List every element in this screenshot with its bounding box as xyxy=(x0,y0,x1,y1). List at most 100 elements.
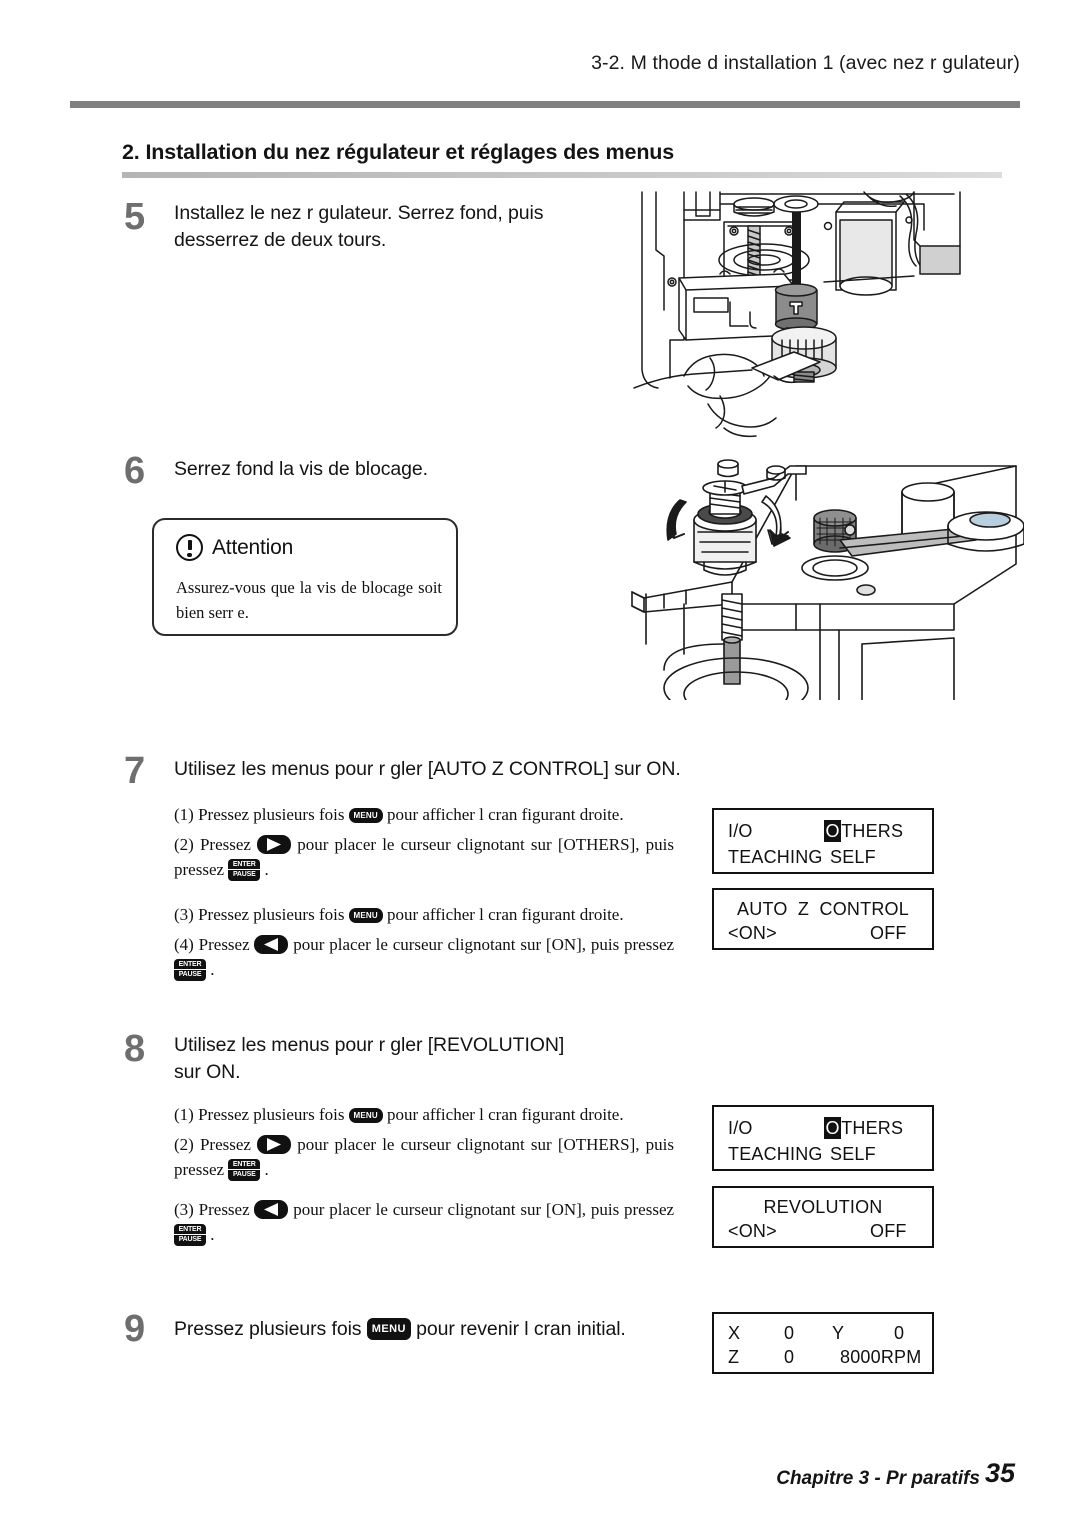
item-text-before: Pressez plusieurs fois xyxy=(198,905,345,924)
lcd-cursor-highlight: O xyxy=(824,1117,842,1139)
lcd-row: TEACHING SELF xyxy=(714,844,932,870)
enter-pause-key-icon[interactable]: ENTER PAUSE xyxy=(228,858,261,881)
enter-label: ENTER xyxy=(228,859,261,870)
item-text-before: Pressez xyxy=(199,1135,251,1154)
item-text-before: Pressez xyxy=(198,1200,250,1219)
lcd-label-x: X xyxy=(728,1323,741,1343)
item-label: (4) xyxy=(174,935,194,954)
menu-key-icon[interactable]: MENU xyxy=(348,808,383,823)
running-header: 3-2. M thode d installation 1 (avec nez … xyxy=(591,52,1020,74)
item-label: (1) xyxy=(174,1105,194,1124)
footer-chapter-label: Chapitre 3 - Pr paratifs xyxy=(776,1468,980,1489)
enter-pause-key-icon[interactable]: ENTER PAUSE xyxy=(228,1158,261,1181)
step-text-8-line1: Utilisez les menus pour r gler [REVOLUTI… xyxy=(174,1034,565,1056)
attention-callout: Attention Assurez-vous que la vis de blo… xyxy=(152,518,458,636)
lcd-value-off: OFF xyxy=(870,1221,907,1241)
lcd-cell-io: I/O xyxy=(728,1118,753,1138)
lcd-cell-teaching: TEACHING xyxy=(728,1144,823,1164)
menu-key-icon[interactable]: MENU xyxy=(348,908,383,923)
step-number-7: 7 xyxy=(124,750,146,792)
step7-item-2: (2) Pressez pour placer le curseur clign… xyxy=(174,833,674,882)
lcd-value-spindle-rpm: 8000RPM xyxy=(840,1347,922,1367)
item-text-tail: . xyxy=(264,859,269,879)
enter-pause-key-icon[interactable]: ENTER PAUSE xyxy=(174,958,206,981)
lcd-row: Z 0 8000RPM xyxy=(714,1344,932,1370)
step9-text-before: Pressez plusieurs fois xyxy=(174,1318,362,1340)
lcd-label-z: Z xyxy=(728,1347,740,1367)
item-label: (2) xyxy=(174,835,194,854)
item-text-before: Pressez plusieurs fois xyxy=(198,805,345,824)
step-text-7: Utilisez les menus pour r gler [AUTO Z C… xyxy=(174,758,681,780)
page-title: 2. Installation du nez régulateur et rég… xyxy=(122,140,675,164)
arrow-right-key-icon[interactable] xyxy=(257,1135,292,1154)
menu-key-icon[interactable]: MENU xyxy=(348,1108,383,1123)
lcd-cell-io: I/O xyxy=(728,821,753,841)
lcd-title-auto-z: AUTO Z CONTROL xyxy=(737,899,909,919)
step-text-5: Installez le nez r gulateur. Serrez fond… xyxy=(174,202,544,252)
pause-label: PAUSE xyxy=(178,970,202,978)
item-text-after: pour afficher l cran figurant droite. xyxy=(386,805,624,824)
item-text-after: pour placer le curseur clignotant sur [O… xyxy=(293,935,675,954)
lcd-value-z: 0 xyxy=(784,1347,795,1367)
enter-label: ENTER xyxy=(228,1159,261,1170)
enter-label: ENTER xyxy=(174,959,206,970)
lcd-row: I/O OTHERS xyxy=(714,1115,932,1141)
section-divider-rule xyxy=(122,172,1002,178)
lcd-auto-z-control: AUTO Z CONTROL <ON> OFF xyxy=(712,888,934,950)
lcd-row: <ON> OFF xyxy=(714,920,932,946)
lcd-row: I/O OTHERS xyxy=(714,818,932,844)
step-number-9: 9 xyxy=(124,1308,146,1350)
item-text-before: Pressez xyxy=(198,935,250,954)
item-text-after: pour afficher l cran figurant droite. xyxy=(386,905,624,924)
illustration-lock-screw-tightening xyxy=(624,444,1024,700)
item-text-before: Pressez xyxy=(199,835,251,854)
item-text-tail: . xyxy=(264,1159,269,1179)
lcd-cell-self: SELF xyxy=(830,1144,876,1164)
item-label: (3) xyxy=(174,905,194,924)
step7-item-1: (1) Pressez plusieurs fois MENU pour aff… xyxy=(174,803,674,828)
lcd-coordinate-display: X 0 Y 0 Z 0 8000RPM xyxy=(712,1312,934,1374)
pause-label: PAUSE xyxy=(232,1170,256,1178)
step-text-6: Serrez fond la vis de blocage. xyxy=(174,458,428,480)
lcd-row: X 0 Y 0 xyxy=(714,1320,932,1346)
item-label: (3) xyxy=(174,1200,194,1219)
illustration-nose-installation xyxy=(624,190,1024,440)
enter-label: ENTER xyxy=(174,1224,206,1235)
menu-key-icon[interactable]: MENU xyxy=(366,1318,411,1340)
lcd-value-y: 0 xyxy=(894,1323,905,1343)
enter-pause-key-icon[interactable]: ENTER PAUSE xyxy=(174,1223,206,1246)
arrow-left-key-icon[interactable] xyxy=(254,935,289,954)
lcd-revolution: REVOLUTION <ON> OFF xyxy=(712,1186,934,1248)
lcd-title-revolution: REVOLUTION xyxy=(763,1197,883,1217)
lcd-row: TEACHING SELF xyxy=(714,1141,932,1167)
lcd-menu-others-2: I/O OTHERS TEACHING SELF xyxy=(712,1105,934,1171)
step8-item-1: (1) Pressez plusieurs fois MENU pour aff… xyxy=(174,1103,674,1128)
item-label: (2) xyxy=(174,1135,194,1154)
item-text-after: pour placer le curseur clignotant sur [O… xyxy=(293,1200,675,1219)
lcd-cell-others: THERS xyxy=(841,821,904,841)
attention-body-text: Assurez-vous que la vis de blocage soit … xyxy=(176,578,442,622)
lcd-cell-others: THERS xyxy=(841,1118,904,1138)
lcd-value-on: <ON> xyxy=(728,1221,777,1241)
arrow-right-key-icon[interactable] xyxy=(257,835,292,854)
item-text-tail: . xyxy=(210,1224,215,1244)
step8-item-2: (2) Pressez pour placer le curseur clign… xyxy=(174,1133,674,1182)
attention-title: Attention xyxy=(212,535,294,559)
lcd-cell-teaching: TEACHING xyxy=(728,847,823,867)
item-text-before: Pressez plusieurs fois xyxy=(198,1105,345,1124)
step9-text-after: pour revenir l cran initial. xyxy=(416,1318,626,1340)
footer-page-number: 35 xyxy=(985,1458,1016,1488)
lcd-row: <ON> OFF xyxy=(714,1218,932,1244)
step-number-8: 8 xyxy=(124,1028,146,1070)
item-text-after: pour afficher l cran figurant droite. xyxy=(386,1105,624,1124)
step-text-9: Pressez plusieurs fois MENU pour revenir… xyxy=(174,1316,694,1343)
step-number-6: 6 xyxy=(124,450,146,492)
lcd-menu-others-1: I/O OTHERS TEACHING SELF xyxy=(712,808,934,874)
lcd-row: REVOLUTION xyxy=(714,1194,932,1220)
lcd-value-off: OFF xyxy=(870,923,907,943)
arrow-left-key-icon[interactable] xyxy=(254,1200,289,1219)
pause-label: PAUSE xyxy=(178,1235,202,1243)
step-text-8: Utilisez les menus pour r gler [REVOLUTI… xyxy=(174,1032,594,1087)
warning-exclamation-icon xyxy=(176,534,203,561)
lcd-cell-self: SELF xyxy=(830,847,876,867)
